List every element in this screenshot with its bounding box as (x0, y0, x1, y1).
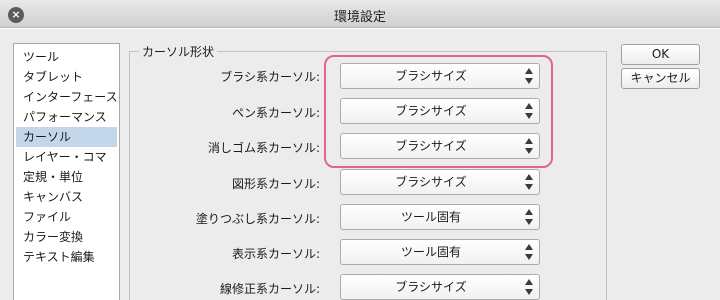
up-down-arrows-icon (524, 208, 534, 226)
view-cursor-value: ツール固有 (400, 245, 461, 259)
ok-button[interactable]: OK (621, 44, 700, 65)
window-title: 環境設定 (333, 10, 386, 25)
view-cursor-label: 表示系カーソル: (231, 247, 320, 261)
fill-cursor-value: ツール固有 (400, 210, 461, 224)
sidebar-item-tablet[interactable]: タブレット (14, 67, 119, 87)
view-cursor-select[interactable]: ツール固有 (340, 239, 540, 265)
sidebar-item-tool[interactable]: ツール (14, 47, 119, 67)
title-bar: × 環境設定 (0, 0, 720, 28)
line-correction-cursor-value: ブラシサイズ (395, 280, 467, 294)
eraser-cursor-label: 消しゴム系カーソル: (207, 141, 320, 155)
sidebar-item-cursor[interactable]: カーソル (16, 127, 117, 147)
category-list: ツール タブレット インターフェース パフォーマンス カーソル レイヤー・コマ … (13, 43, 120, 300)
sidebar-item-ruler-unit[interactable]: 定規・単位 (14, 167, 119, 187)
brush-cursor-label: ブラシ系カーソル: (220, 70, 320, 84)
shape-cursor-label: 図形系カーソル: (231, 177, 320, 191)
highlight-annotation (324, 55, 553, 168)
shape-cursor-value: ブラシサイズ (395, 175, 467, 189)
sidebar-item-interface[interactable]: インターフェース (14, 87, 119, 107)
sidebar-item-canvas[interactable]: キャンバス (14, 187, 119, 207)
sidebar-item-performance[interactable]: パフォーマンス (14, 107, 119, 127)
sidebar-item-file[interactable]: ファイル (14, 207, 119, 227)
fill-cursor-select[interactable]: ツール固有 (340, 204, 540, 230)
line-correction-cursor-select[interactable]: ブラシサイズ (340, 274, 540, 300)
up-down-arrows-icon (524, 278, 534, 296)
sidebar-item-layer-frame[interactable]: レイヤー・コマ (14, 147, 119, 167)
group-title: カーソル形状 (139, 43, 218, 60)
shape-cursor-select[interactable]: ブラシサイズ (340, 169, 540, 195)
line-correction-cursor-label: 線修正系カーソル: (219, 282, 320, 296)
sidebar-item-text-editing[interactable]: テキスト編集 (14, 247, 119, 267)
pen-cursor-label: ペン系カーソル: (231, 106, 320, 120)
sidebar-item-color-conversion[interactable]: カラー変換 (14, 227, 119, 247)
up-down-arrows-icon (524, 243, 534, 261)
cancel-button[interactable]: キャンセル (621, 68, 700, 89)
up-down-arrows-icon (524, 173, 534, 191)
fill-cursor-label: 塗りつぶし系カーソル: (195, 212, 320, 226)
